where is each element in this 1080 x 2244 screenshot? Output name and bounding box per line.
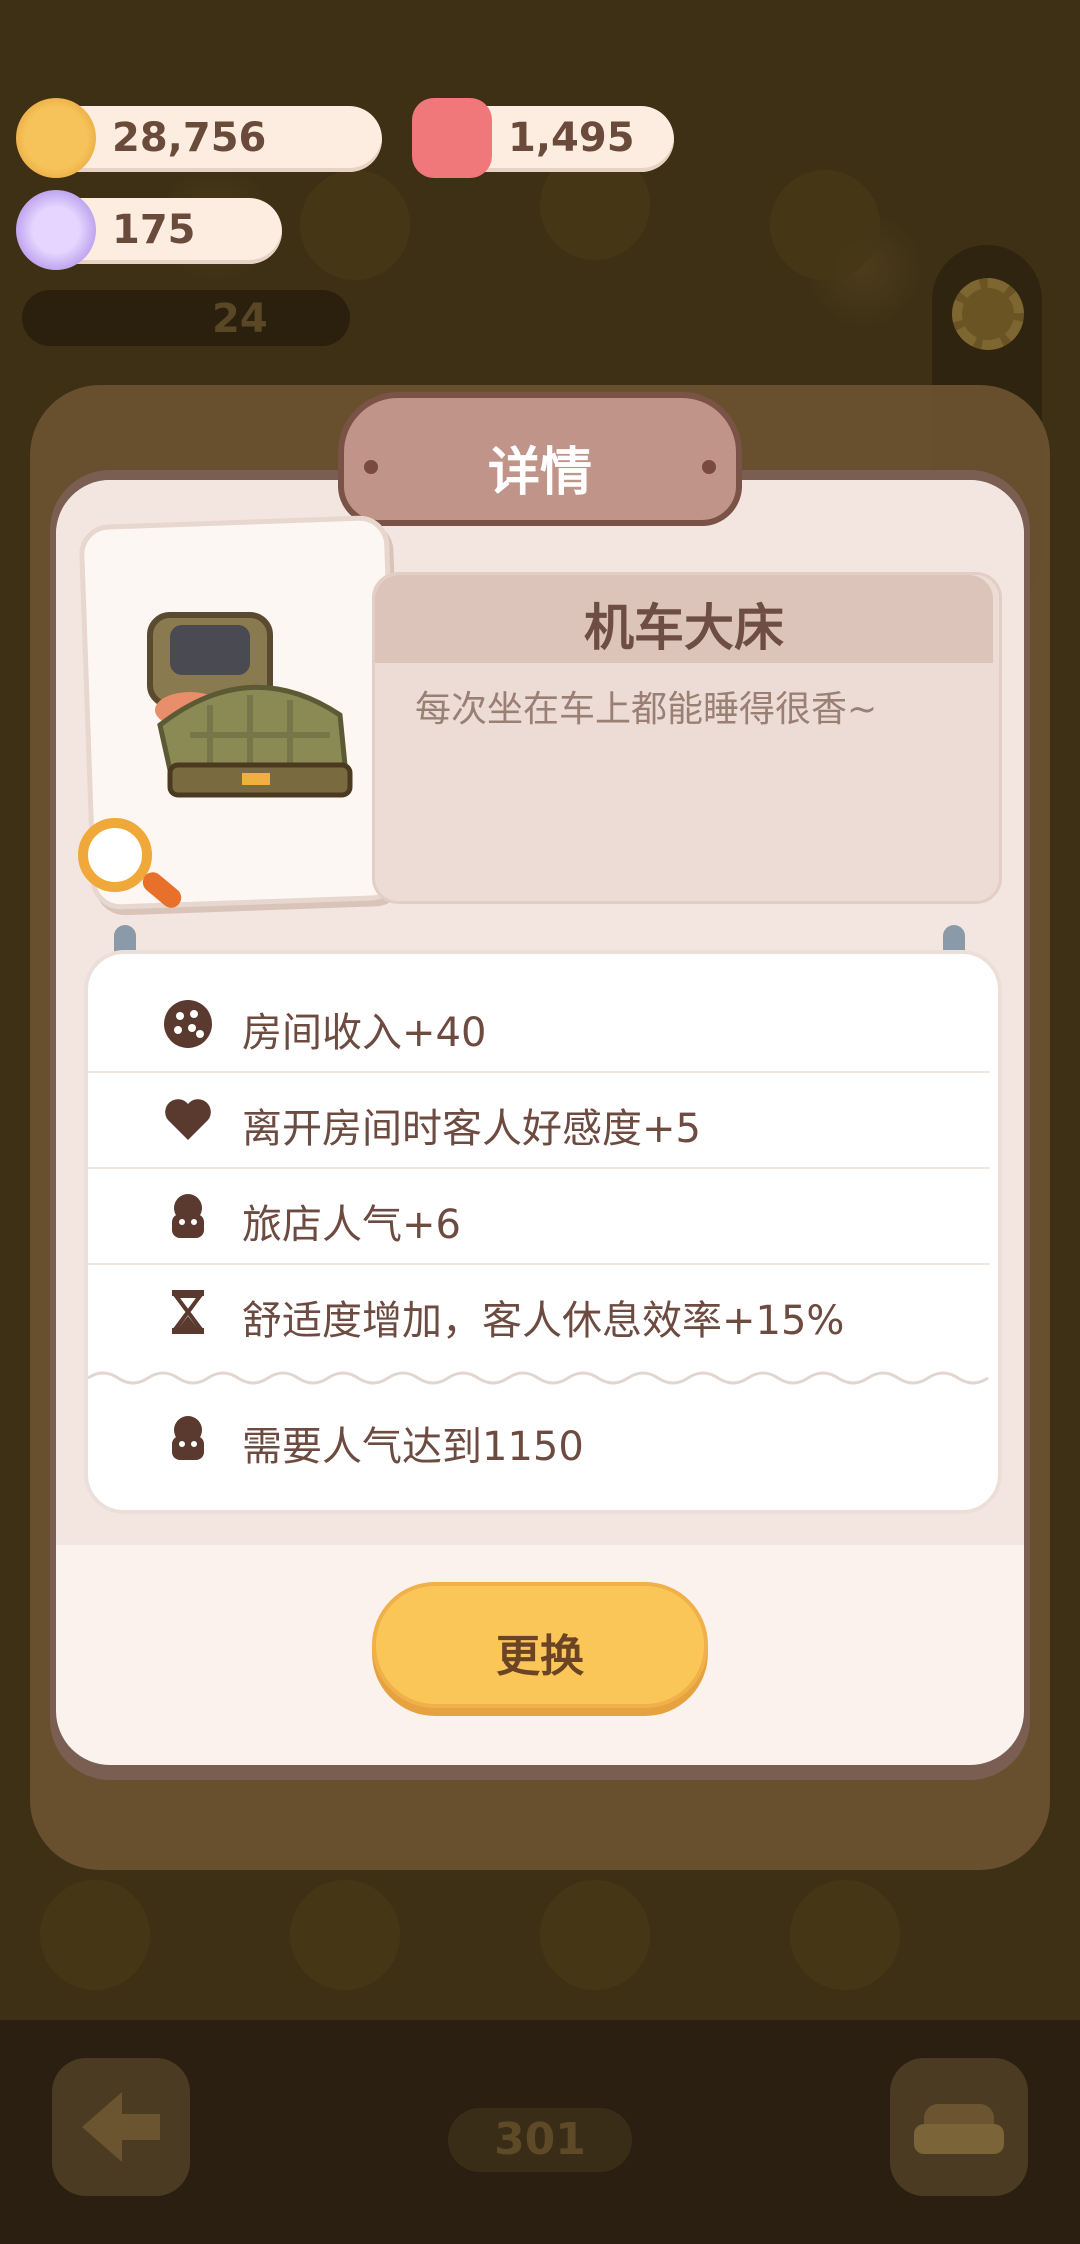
back-button[interactable] (52, 2058, 190, 2196)
stat-row: 离开房间时客人好感度+5 (88, 1072, 990, 1169)
sofa-icon (914, 2104, 1004, 2154)
cookie-count: 28,756 (112, 115, 267, 161)
candle-icon (412, 98, 492, 178)
bg-decoration (300, 170, 410, 280)
visitor-count: 24 (212, 296, 268, 342)
popularity-icon (172, 1194, 204, 1238)
stat-text: 离开房间时客人好感度+5 (242, 1106, 701, 1152)
item-name: 机车大床 (584, 599, 784, 657)
arrow-left-icon (82, 2092, 160, 2162)
candle-count: 1,495 (508, 115, 635, 161)
stat-text: 旅店人气+6 (242, 1202, 461, 1248)
bg-decoration (770, 170, 880, 280)
popularity-icon (172, 1416, 204, 1460)
bg-decoration (40, 1880, 150, 1990)
stat-row: 房间收入+40 (88, 976, 990, 1073)
requirement-row: 需要人气达到1150 (88, 1390, 990, 1485)
candy-count: 175 (112, 207, 196, 253)
requirement-text: 需要人气达到1150 (242, 1424, 584, 1470)
bg-decoration (540, 1880, 650, 1990)
stat-row: 舒适度增加，客人休息效率+15% (88, 1264, 990, 1359)
dialog-title: 详情 (487, 443, 592, 503)
gear-icon[interactable] (952, 278, 1024, 350)
bed-icon (147, 612, 353, 798)
bg-decoration (790, 1880, 900, 1990)
furniture-button[interactable] (890, 2058, 1028, 2196)
stat-text: 舒适度增加，客人休息效率+15% (242, 1298, 845, 1344)
visitor-bar: 24 (22, 290, 350, 346)
candy-icon (16, 190, 96, 270)
bg-decoration (290, 1880, 400, 1990)
stat-text: 房间收入+40 (242, 1010, 487, 1056)
hourglass-icon (172, 1290, 204, 1334)
stat-row: 旅店人气+6 (88, 1168, 990, 1265)
magnify-icon[interactable] (78, 818, 152, 892)
divider-wave (88, 1371, 989, 1385)
room-number: 301 (448, 2108, 632, 2172)
item-description: 每次坐在车上都能睡得很香~ (415, 689, 878, 730)
cookie-icon (16, 98, 96, 178)
replace-button-label: 更换 (496, 1631, 584, 1682)
cookie-icon (164, 1000, 212, 1048)
heart-icon (165, 1099, 211, 1140)
